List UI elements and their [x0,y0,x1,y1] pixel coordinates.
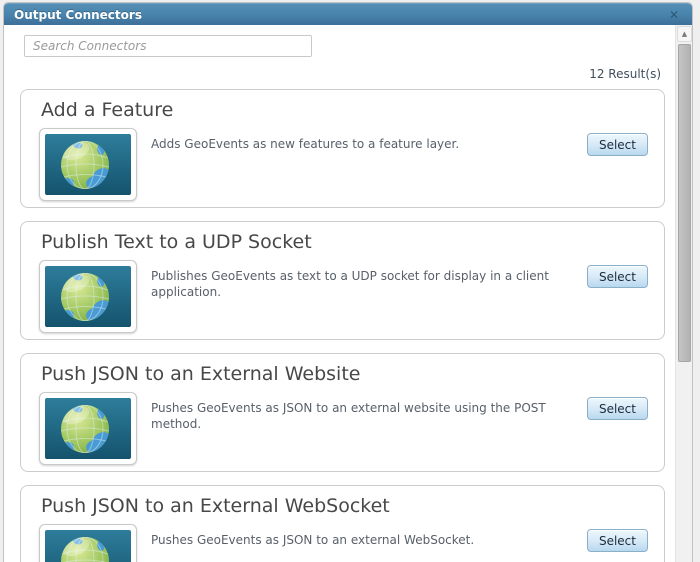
connector-description: Adds GeoEvents as new features to a feat… [151,137,460,151]
output-connectors-dialog: Output Connectors ✕ 12 Result(s) Add a F… [3,2,693,562]
connector-thumbnail [39,260,137,333]
connector-card: Push JSON to an External WebSocket Pushe… [20,485,665,562]
vertical-scrollbar[interactable]: ▲ [675,25,692,562]
globe-icon [45,398,131,459]
dialog-title: Output Connectors [14,7,142,22]
connector-description: Pushes GeoEvents as JSON to an external … [151,401,546,432]
connector-card: Add a Feature Adds GeoEvents as new feat… [20,89,665,208]
connector-title: Add a Feature [41,99,174,121]
select-button[interactable]: Select [586,529,648,552]
connector-card: Push JSON to an External Website Pushes … [20,353,665,472]
dialog-content: 12 Result(s) Add a Feature [4,25,675,562]
connector-description: Publishes GeoEvents as text to a UDP soc… [151,269,549,300]
dialog-titlebar: Output Connectors ✕ [4,3,692,25]
connector-card: Publish Text to a UDP Socket Publishes G… [20,221,665,340]
connector-title: Push JSON to an External Website [41,363,361,385]
results-count: 12 Result(s) [589,67,661,81]
connector-title: Push JSON to an External WebSocket [41,495,390,517]
globe-icon [45,530,131,562]
select-button[interactable]: Select [586,397,648,420]
connector-thumbnail [39,128,137,201]
connector-title: Publish Text to a UDP Socket [41,231,312,253]
connector-description: Pushes GeoEvents as JSON to an external … [151,533,475,547]
globe-icon [45,134,131,195]
search-input[interactable] [24,35,312,57]
select-button[interactable]: Select [586,133,648,156]
connector-thumbnail [39,392,137,465]
select-button[interactable]: Select [586,265,648,288]
connector-thumbnail [39,524,137,562]
scroll-up-icon[interactable]: ▲ [677,26,692,42]
close-icon[interactable]: ✕ [666,7,682,23]
globe-icon [45,266,131,327]
scrollbar-thumb[interactable] [678,44,691,362]
